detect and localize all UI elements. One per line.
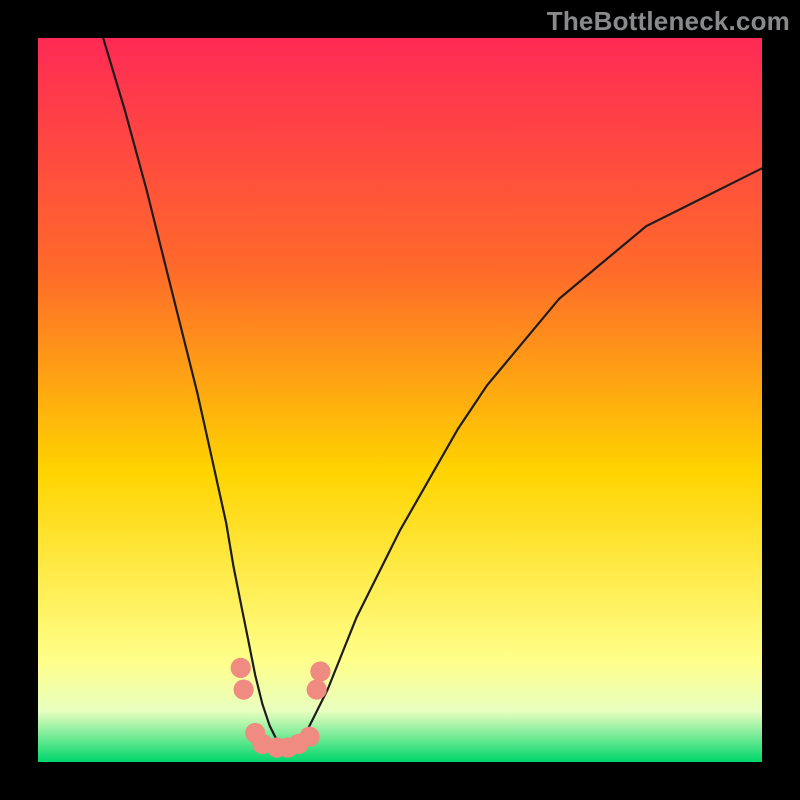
valley-marker xyxy=(299,727,319,747)
valley-marker xyxy=(307,680,327,700)
valley-marker xyxy=(310,661,330,681)
plot-area xyxy=(38,38,762,762)
watermark-text: TheBottleneck.com xyxy=(547,6,790,37)
gradient-background xyxy=(38,38,762,762)
chart-frame: TheBottleneck.com xyxy=(0,0,800,800)
valley-marker xyxy=(234,680,254,700)
valley-marker xyxy=(231,658,251,678)
chart-svg xyxy=(38,38,762,762)
